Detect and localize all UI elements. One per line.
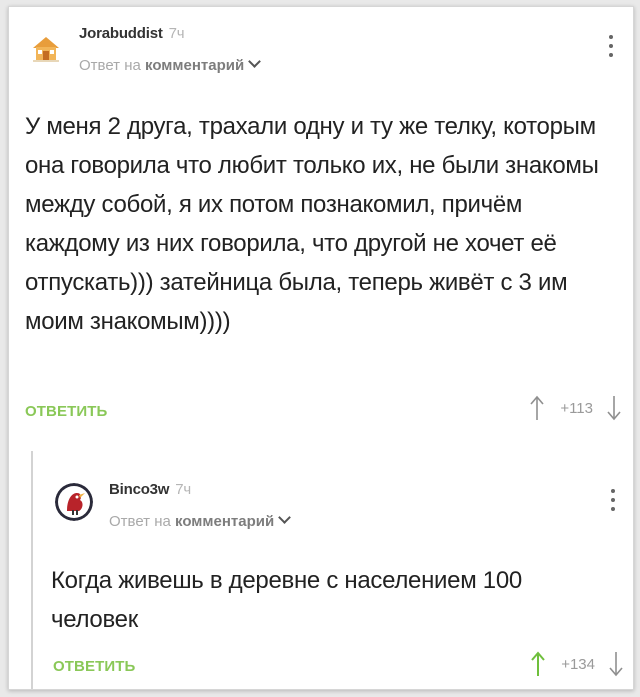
comment-time: 7ч — [175, 481, 192, 498]
reply-to-link[interactable]: Ответ на комментарий — [79, 55, 262, 74]
comment: Jorabuddist 7ч Ответ на комментарий У мен… — [9, 7, 633, 447]
comment-text: Когда живешь в деревне с населением 100 … — [51, 567, 522, 633]
comment-thread: Jorabuddist 7ч Ответ на комментарий У мен… — [8, 6, 634, 690]
author-name[interactable]: Jorabuddist 7ч — [79, 25, 185, 42]
downvote-arrow-icon[interactable] — [609, 651, 623, 677]
author-name[interactable]: Binco3w 7ч — [109, 481, 191, 498]
reply-button[interactable]: ОТВЕТИТЬ — [25, 403, 107, 420]
chevron-down-icon — [248, 55, 262, 68]
bird-avatar-icon[interactable] — [55, 483, 93, 521]
vote-controls: +134 — [531, 651, 623, 681]
rating-count: +113 — [560, 399, 593, 417]
upvote-arrow-icon[interactable] — [530, 395, 544, 421]
reply-to-link[interactable]: Ответ на комментарий — [109, 511, 292, 530]
upvote-arrow-icon[interactable] — [531, 651, 545, 677]
more-options-icon[interactable] — [599, 35, 623, 65]
more-options-icon[interactable] — [601, 489, 625, 519]
rating-count: +134 — [561, 655, 595, 673]
reply-button[interactable]: ОТВЕТИТЬ — [53, 658, 135, 675]
house-avatar-icon[interactable] — [27, 29, 65, 67]
vote-controls: +113 — [530, 395, 621, 425]
downvote-arrow-icon[interactable] — [607, 395, 621, 421]
chevron-down-icon — [278, 511, 292, 524]
comment-time: 7ч — [168, 25, 185, 42]
comment-text: У меня 2 друга, трахали одну и ту же тел… — [25, 113, 599, 335]
